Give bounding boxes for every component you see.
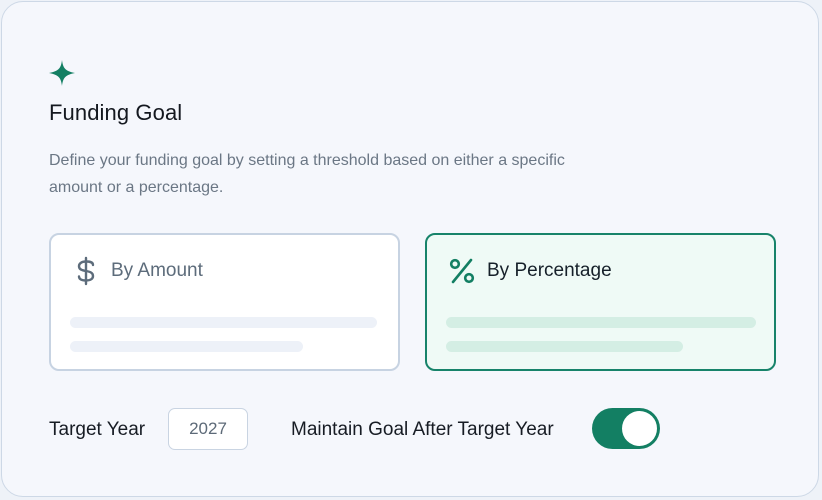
description-text: Define your funding goal by setting a th… [49, 152, 565, 196]
page-title: Funding Goal [49, 100, 183, 125]
placeholder-line [446, 317, 756, 328]
maintain-goal-toggle[interactable] [592, 408, 660, 449]
by-amount-header: By Amount [71, 255, 203, 287]
placeholder-line [446, 341, 683, 352]
placeholder-line [70, 341, 303, 352]
maintain-goal-label: Maintain Goal After Target Year [291, 419, 554, 440]
placeholder-line [70, 317, 377, 328]
dollar-icon [71, 256, 101, 286]
funding-goal-card: Funding Goal Define your funding goal by… [1, 1, 819, 497]
by-amount-label: By Amount [111, 260, 203, 281]
sparkle-icon [49, 60, 75, 86]
by-amount-option[interactable]: By Amount [49, 233, 400, 371]
by-percentage-header: By Percentage [447, 255, 612, 287]
toggle-knob [622, 411, 657, 446]
by-percentage-option[interactable]: By Percentage [425, 233, 776, 371]
target-year-input[interactable]: 2027 [168, 408, 248, 450]
by-percentage-label: By Percentage [487, 260, 612, 281]
percent-icon [447, 256, 477, 286]
target-year-label: Target Year [49, 419, 146, 440]
